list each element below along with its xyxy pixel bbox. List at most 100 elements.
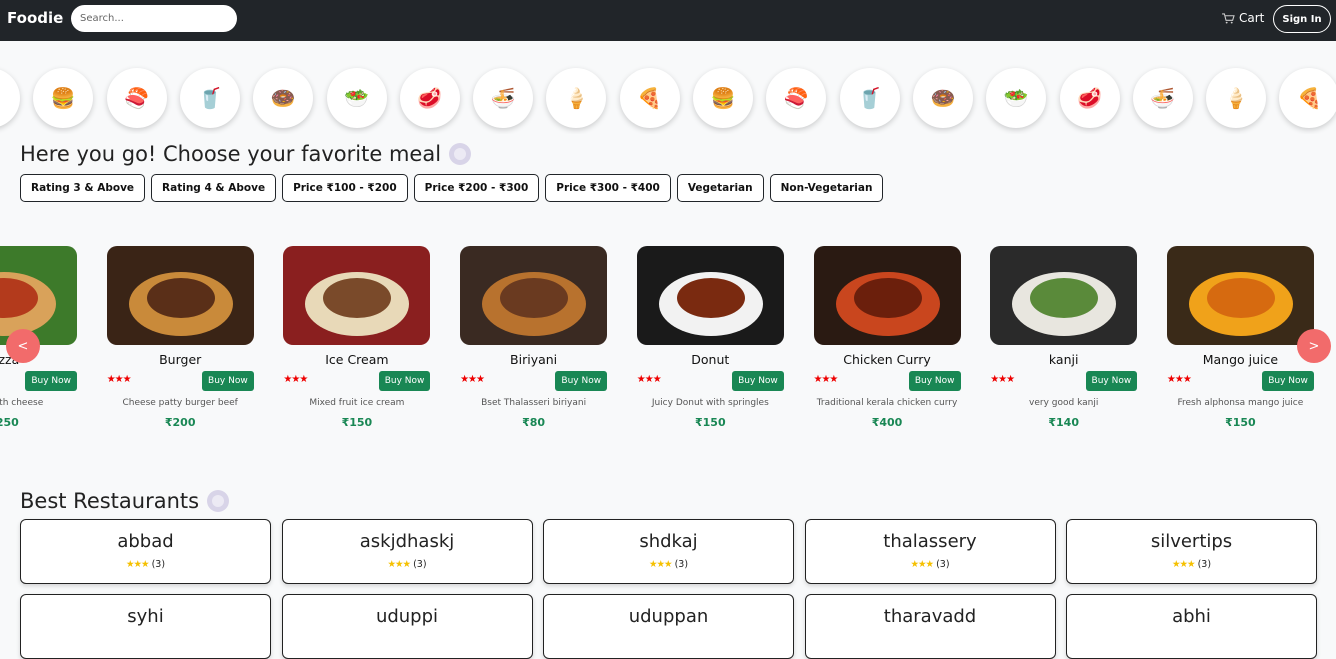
plate-icon [449, 143, 472, 165]
food-image[interactable] [0, 246, 77, 345]
restaurant-rating: ★★★ (3) [283, 559, 532, 570]
restaurant-card[interactable]: thalassery ★★★ (3) [804, 519, 1056, 584]
meat-icon: 🥩 [1077, 86, 1102, 110]
food-name: Chicken Curry [843, 352, 931, 367]
food-image[interactable] [106, 246, 254, 345]
food-image[interactable] [813, 246, 961, 345]
rating-count: (3) [151, 559, 166, 570]
category-salad[interactable]: 🥗 [326, 68, 387, 128]
restaurant-card[interactable]: askjdhaskj ★★★ (3) [281, 519, 533, 584]
buy-now-button[interactable]: Buy Now [1085, 371, 1138, 391]
search-input[interactable] [71, 5, 237, 32]
buy-now-button[interactable]: Buy Now [378, 371, 431, 391]
star-rating: ★★★ [1171, 559, 1196, 570]
rating-count: (3) [674, 559, 689, 570]
category-pizza[interactable]: 🍕 [619, 68, 680, 128]
food-name: Ice Cream [325, 352, 389, 367]
buy-now-button[interactable]: Buy Now [908, 371, 961, 391]
cart-link[interactable]: Cart [1222, 11, 1264, 25]
food-name: Mango juice [1202, 352, 1279, 367]
noodles-icon: 🍜 [1150, 86, 1176, 110]
food-image[interactable] [460, 246, 608, 345]
restaurants-heading-text: Best Restaurants [20, 489, 200, 513]
category-meat[interactable]: 🥩 [1059, 68, 1120, 128]
food-description: Bset Thalasseri biriyani [481, 398, 587, 408]
filter-button[interactable]: Non-Vegetarian [769, 174, 884, 202]
sign-in-button[interactable]: Sign In [1273, 5, 1331, 33]
sushi-icon: 🍣 [124, 86, 150, 110]
filter-button[interactable]: Price ₹300 - ₹400 [545, 174, 671, 202]
category-burger[interactable]: 🍔 [693, 68, 753, 128]
food-card: Donut ★★★ Buy Now Juicy Donut with springle… [636, 246, 787, 429]
category-donut[interactable]: 🍩 [253, 68, 314, 128]
restaurant-card[interactable]: silvertips ★★★ (3) [1066, 519, 1317, 584]
filter-button[interactable]: Price ₹100 - ₹200 [282, 174, 408, 202]
restaurant-rating: ★★★ (3) [544, 559, 793, 570]
buy-now-button[interactable]: Buy Now [25, 371, 77, 391]
rating-count: (3) [413, 559, 427, 570]
filter-button[interactable]: Rating 4 & Above [151, 174, 277, 202]
filter-button[interactable]: Rating 3 & Above [20, 174, 146, 202]
food-description: Mixed fruit ice cream [309, 398, 405, 408]
filter-button[interactable]: Vegetarian [676, 174, 764, 202]
navbar: Foodie Cart Sign In [0, 0, 1336, 41]
rating-count: (3) [1197, 559, 1212, 570]
food-price: ₹400 [871, 416, 903, 429]
carousel-prev-button[interactable]: < [6, 329, 40, 363]
star-rating: ★★★ [125, 559, 150, 570]
restaurant-card[interactable]: uduppan [543, 594, 794, 659]
buy-now-button[interactable]: Buy Now [732, 371, 784, 391]
drink-icon: 🥤 [197, 86, 223, 110]
carousel-next-button[interactable]: > [1297, 329, 1331, 363]
restaurant-card[interactable]: shdkaj ★★★ (3) [543, 519, 794, 584]
food-name: Donut [691, 352, 730, 367]
restaurant-card[interactable]: tharavadd [804, 594, 1056, 659]
brand-logo[interactable]: Foodie [7, 9, 63, 27]
category-salad[interactable]: 🥗 [986, 68, 1047, 128]
restaurant-name: askjdhaskj [359, 531, 455, 552]
food-image[interactable] [990, 246, 1138, 345]
category-pizza[interactable]: 🍕 [0, 68, 20, 128]
restaurant-name: thalassery [883, 531, 977, 552]
category-pizza[interactable]: 🍕 [1279, 68, 1336, 128]
drink-icon: 🥤 [857, 86, 883, 110]
rating-count: (3) [936, 559, 950, 570]
category-icecream[interactable]: 🍦 [546, 68, 607, 128]
pizza-icon: 🍕 [637, 86, 663, 110]
category-burger[interactable]: 🍔 [33, 68, 94, 128]
food-description: Cheese patty burger beef [122, 398, 238, 408]
star-rating: ★★★ [648, 559, 673, 570]
category-icecream[interactable]: 🍦 [1206, 68, 1267, 128]
category-sushi[interactable]: 🍣 [766, 68, 827, 128]
star-rating: ★★★ [910, 559, 934, 570]
meat-icon: 🥩 [417, 86, 443, 110]
category-donut[interactable]: 🍩 [912, 68, 973, 128]
category-drink[interactable]: 🥤 [179, 68, 240, 128]
food-card: Burger ★★★ Buy Now Cheese patty burger beef… [106, 246, 257, 429]
filter-button[interactable]: Price ₹200 - ₹300 [413, 174, 540, 202]
food-description: very good kanji [1029, 398, 1099, 408]
buy-now-button[interactable]: Buy Now [202, 371, 254, 391]
icecream-icon: 🍦 [563, 86, 589, 110]
category-meat[interactable]: 🥩 [399, 68, 460, 128]
category-noodles[interactable]: 🍜 [1132, 68, 1193, 128]
plate-icon [207, 490, 230, 512]
restaurant-card[interactable]: abhi [1066, 594, 1317, 659]
restaurant-card[interactable]: uduppi [281, 594, 533, 659]
food-image[interactable] [636, 246, 784, 345]
buy-now-button[interactable]: Buy Now [1262, 371, 1314, 391]
food-name: Burger [159, 352, 202, 367]
restaurant-card[interactable]: syhi [20, 594, 271, 659]
category-drink[interactable]: 🥤 [839, 68, 900, 128]
food-image[interactable] [1166, 246, 1314, 345]
food-price: ₹150 [694, 416, 726, 429]
pizza-icon: 🍕 [1296, 86, 1322, 110]
buy-now-button[interactable]: Buy Now [555, 371, 608, 391]
restaurants-heading: Best Restaurants [20, 489, 230, 513]
category-noodles[interactable]: 🍜 [473, 68, 534, 128]
noodles-icon: 🍜 [490, 86, 516, 110]
restaurant-card[interactable]: abbad ★★★ (3) [20, 519, 271, 584]
category-sushi[interactable]: 🍣 [106, 68, 167, 128]
star-rating: ★★★ [636, 374, 662, 385]
food-image[interactable] [283, 246, 431, 345]
